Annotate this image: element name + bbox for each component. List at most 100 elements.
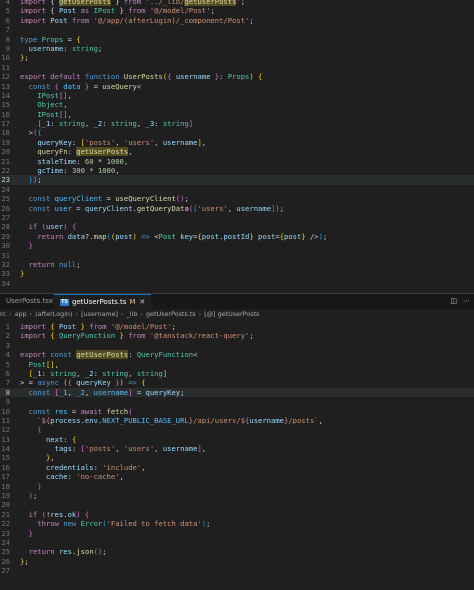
code-line[interactable]: 29 return data?.map((post) => <Post key=… (0, 232, 474, 241)
close-tab-icon[interactable]: ✕ (139, 298, 145, 306)
code-line[interactable]: 10 const res = await fetch( (0, 407, 474, 416)
code-line[interactable]: 5 import { Post as IPost } from '@/model/… (0, 6, 474, 15)
code-line[interactable]: 26 const user = queryClient.getQueryData… (0, 204, 474, 213)
code-line[interactable]: 20 (0, 500, 474, 509)
breadcrumb-file[interactable]: getUserPosts.ts (146, 310, 196, 318)
code-text: if (!res.ok) { (28, 509, 90, 519)
code-line[interactable]: 9 (0, 397, 474, 406)
code-line[interactable]: 15 }, (0, 453, 474, 462)
breadcrumb-item[interactable]: app (15, 310, 27, 318)
line-number: 9 (5, 43, 10, 53)
code-text: throw new Error('Failed to fetch data'); (37, 519, 211, 529)
code-line[interactable]: 15 Object, (0, 100, 474, 109)
code-line[interactable]: 21 if (!res.ok) { (0, 510, 474, 519)
code-line[interactable]: 25 return res.json(); (0, 547, 474, 556)
code-line[interactable]: 7 > = async ({ queryKey }) => { (0, 378, 474, 387)
tab-userposts[interactable]: UserPosts.tsx (0, 294, 59, 309)
code-line[interactable]: 22 gcTime: 300 * 1000, (0, 166, 474, 175)
line-number: 31 (1, 250, 10, 260)
line-number: 11 (1, 415, 10, 425)
code-line[interactable]: 24 (0, 185, 474, 194)
code-line[interactable]: 32 return null; (0, 260, 474, 269)
tab-getuserposts[interactable]: TS getUserPosts.ts M ✕ (54, 294, 152, 309)
code-line[interactable]: 30 } (0, 241, 474, 250)
code-line[interactable]: 11 `${process.env.NEXT_PUBLIC_BASE_URL}/… (0, 416, 474, 425)
code-text: [_1: string, _2: string, string] (28, 368, 168, 378)
code-line[interactable]: 26}; (0, 557, 474, 566)
editor-top[interactable]: 4 import { getUserPosts } from '../_lib/g… (0, 0, 474, 293)
line-number: 4 (5, 350, 10, 360)
code-line[interactable]: 34 (0, 279, 474, 288)
line-number: 20 (1, 147, 10, 157)
code-line[interactable]: 17 [_1: string, _2: string, _3: string] (0, 119, 474, 128)
code-line[interactable]: 4 export const getUserPosts: QueryFunctio… (0, 350, 474, 360)
line-number: 18 (1, 481, 10, 491)
code-text: const queryClient = useQueryClient(); (28, 194, 189, 204)
code-line[interactable]: 27 (0, 213, 474, 222)
line-number: 16 (1, 109, 10, 119)
editor-bottom[interactable]: 1 import { Post } from '@/model/Post'; 2 im… (0, 320, 474, 590)
code-line[interactable]: 25 const queryClient = useQueryClient(); (0, 194, 474, 203)
breadcrumb-item[interactable]: rc (0, 310, 6, 318)
code-line[interactable]: 11 (0, 63, 474, 72)
code-line[interactable]: 10}; (0, 53, 474, 62)
code-line[interactable]: 5 Post[], (0, 360, 474, 369)
code-line[interactable]: 1 import { Post } from '@/model/Post'; (0, 322, 474, 331)
code-line[interactable]: 27 (0, 566, 474, 575)
code-line[interactable]: 2 import { QueryFunction } from '@tanstac… (0, 331, 474, 340)
code-line[interactable]: 8 const [_1, _2, username] = queryKey; (0, 387, 474, 398)
code-line[interactable]: 13 next: { (0, 435, 474, 444)
code-line[interactable]: 12 { (0, 425, 474, 434)
line-number: 15 (1, 100, 10, 110)
breadcrumb-item[interactable]: (afterLogin) (35, 310, 72, 318)
code-line[interactable]: 17 cache: 'no-cache', (0, 472, 474, 481)
code-line[interactable]: 31 (0, 251, 474, 260)
more-actions-icon[interactable]: ⋯ (463, 297, 470, 305)
line-number: 16 (1, 462, 10, 472)
code-text: }, (45, 453, 55, 463)
code-line[interactable]: 28 if (user) { (0, 222, 474, 231)
code-line[interactable]: 14 tags: ['posts', 'users', username], (0, 444, 474, 453)
code-line[interactable]: 3 (0, 341, 474, 350)
code-line[interactable]: 23 } (0, 529, 474, 538)
code-line[interactable]: 22 throw new Error('Failed to fetch data… (0, 519, 474, 528)
code-line[interactable]: 23 }); (0, 175, 474, 185)
code-line[interactable]: 9 username: string; (0, 44, 474, 53)
code-line[interactable]: 16 credentials: 'include', (0, 463, 474, 472)
code-text: { (37, 425, 42, 435)
code-text: }; (20, 556, 29, 566)
code-line[interactable]: 6 [_1: string, _2: string, string] (0, 369, 474, 378)
code-line[interactable]: 20 queryFn: getUserPosts, (0, 147, 474, 157)
line-number: 11 (1, 62, 10, 72)
line-number: 22 (1, 166, 10, 176)
code-text: Post[], (28, 359, 59, 369)
code-text: const [_1, _2, username] = queryKey; (28, 387, 185, 397)
code-line[interactable]: 8 type Props = { (0, 35, 474, 44)
code-line[interactable]: 6 import Post from '@/app/(afterLogin)/_c… (0, 16, 474, 25)
code-line[interactable]: 18 } (0, 482, 474, 491)
code-text: staleTime: 60 * 1000, (37, 156, 129, 166)
line-number: 5 (5, 359, 10, 369)
code-text: `${process.env.NEXT_PUBLIC_BASE_URL}/api… (37, 415, 323, 425)
code-line[interactable]: 13 const { data } = useQuery< (0, 82, 474, 91)
code-text: } (28, 528, 33, 538)
line-number: 8 (5, 34, 10, 44)
split-editor-icon[interactable]: ◫ (450, 297, 457, 305)
code-line[interactable]: 33} (0, 269, 474, 278)
code-text: queryFn: getUserPosts, (37, 147, 133, 157)
breadcrumb-item[interactable]: _lib (127, 310, 138, 318)
code-line[interactable]: 24 (0, 538, 474, 547)
code-line[interactable]: 16 IPost[], (0, 110, 474, 119)
code-line[interactable]: 18 >({ (0, 128, 474, 137)
breadcrumb-symbol[interactable]: [@] getUserPosts (204, 310, 259, 318)
code-line[interactable]: 19 queryKey: ['posts', 'users', username… (0, 138, 474, 147)
code-line[interactable]: 14 IPost[], (0, 91, 474, 100)
line-number: 25 (1, 194, 10, 204)
code-line[interactable]: 19 ); (0, 491, 474, 500)
breadcrumb-item[interactable]: [username] (81, 310, 118, 318)
code-line[interactable]: 12 export default function UserPosts({ us… (0, 72, 474, 81)
tab-bar: UserPosts.tsx TS getUserPosts.ts M ✕ ◫ ⋯ (0, 294, 474, 309)
line-number: 27 (1, 566, 10, 576)
code-line[interactable]: 7 (0, 25, 474, 34)
code-line[interactable]: 21 staleTime: 60 * 1000, (0, 157, 474, 166)
